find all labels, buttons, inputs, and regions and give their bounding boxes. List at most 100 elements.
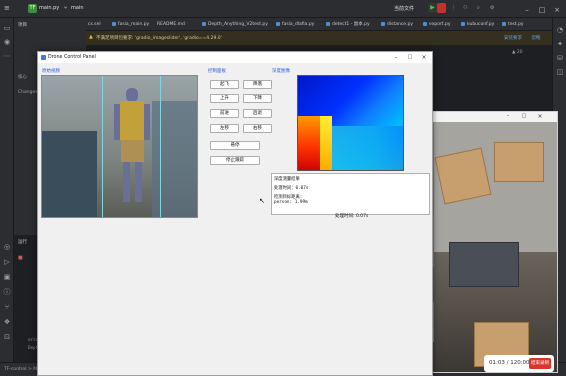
camera-minimize-icon[interactable]: – <box>502 113 514 121</box>
maximize-icon[interactable]: □ <box>535 4 549 16</box>
ide-window-controls: – □ × <box>518 2 566 16</box>
recording-timer: 01:03 / 120:00 结束录制 <box>484 355 554 372</box>
services-icon[interactable]: ⊡ <box>3 333 11 341</box>
more-icon[interactable]: ⋮ <box>451 5 456 11</box>
panel-item-changes[interactable]: Changes <box>18 90 38 95</box>
process-time-label: 处理时间: 0.07s <box>335 214 369 219</box>
person-arm <box>114 104 120 140</box>
python-file-icon <box>326 21 330 26</box>
blue-tint-region <box>152 101 197 217</box>
floor-depth-region <box>332 126 403 170</box>
tab-cs-sel[interactable]: cs.sel <box>88 19 101 30</box>
tab-kubuconf[interactable]: kubuconf.py <box>461 19 494 30</box>
stop-tracking-button[interactable]: 停止跟踪 <box>210 156 260 165</box>
ide-titlebar: ≡ TF main.py ⑂ main 当前文件 ▶ ⋮ ⚇ ⌕ ⚙ – □ × <box>0 0 566 18</box>
python-file-icon <box>461 21 465 26</box>
end-recording-button[interactable]: 结束录制 <box>529 358 551 369</box>
editor-tabs: cs.sel fasia_main.py README.md Depth_Any… <box>86 18 552 31</box>
person-head <box>126 88 138 102</box>
packages-icon[interactable]: ◎ <box>3 243 11 251</box>
person-shorts <box>121 140 144 162</box>
ai-assistant-icon[interactable]: ✦ <box>556 40 564 48</box>
drone-titlebar: Drone Control Panel – □ × <box>38 52 432 63</box>
search-icon[interactable]: ⌕ <box>477 5 480 11</box>
settings-icon[interactable]: ⚙ <box>490 5 494 11</box>
package-warning-bar: ▲ 不满足项目包要求: 'gradio_imageslider', 'gradi… <box>86 31 552 45</box>
sciview-icon[interactable]: ◫ <box>556 68 564 76</box>
tab-distance[interactable]: distance.py <box>381 19 413 30</box>
problems-icon[interactable]: ⓘ <box>3 288 11 296</box>
minimize-icon[interactable]: – <box>520 4 534 16</box>
terminal-icon[interactable]: ▣ <box>3 273 11 281</box>
warning-links: 安装要求 忽略 <box>504 35 540 41</box>
python-console-icon[interactable]: ❖ <box>3 318 11 326</box>
run-tool-icon[interactable]: ▷ <box>3 258 11 266</box>
python-file-icon <box>502 21 506 26</box>
person-leg <box>135 162 142 202</box>
python-file-icon <box>423 21 427 26</box>
cardboard-box <box>494 142 544 182</box>
python-file-icon <box>381 21 385 26</box>
results-detect-value: person: 1.99m <box>274 200 308 205</box>
hover-button[interactable]: 悬停 <box>210 141 260 150</box>
project-panel-title[interactable]: 项目 <box>18 22 27 28</box>
tab-test[interactable]: test.py <box>502 19 524 30</box>
commit-icon[interactable]: ◉ <box>3 38 11 46</box>
python-file-icon <box>202 21 206 26</box>
shelf <box>449 242 519 287</box>
drone-minimize-icon[interactable]: – <box>390 53 402 62</box>
tab-export[interactable]: export.py <box>423 19 451 30</box>
left-button[interactable]: 左移 <box>210 124 239 133</box>
run-config-select[interactable]: 当前文件 <box>394 5 414 12</box>
tab-readme[interactable]: README.md <box>157 19 185 30</box>
notifications-icon[interactable]: ◔ <box>556 26 564 34</box>
up-button[interactable]: 上升 <box>210 94 239 103</box>
person-shirt <box>119 101 145 141</box>
ignore-link[interactable]: 忽略 <box>531 36 540 41</box>
install-requirements-link[interactable]: 安装要求 <box>504 36 522 41</box>
down-button[interactable]: 下降 <box>243 94 272 103</box>
collab-icon[interactable]: ⚇ <box>463 5 467 11</box>
hamburger-menu-icon[interactable]: ≡ <box>4 4 12 12</box>
camera-maximize-icon[interactable]: □ <box>518 113 530 121</box>
line-indicator: ▲ 20 <box>512 50 523 55</box>
run-icon[interactable]: ▶ <box>428 3 437 13</box>
person-arm <box>144 104 150 140</box>
depth-results-box: 深度测量结果 处理时间：0.07s 检测目标距离: person: 1.99m <box>271 173 430 215</box>
tab-depth-anything[interactable]: Depth_Anything_V2test.py <box>202 19 268 30</box>
blue-tint-region <box>42 131 97 217</box>
warning-text: 不满足项目包要求: 'gradio_imageslider', 'gradio=… <box>96 36 222 41</box>
cardboard-box <box>434 147 492 205</box>
stop-run-icon[interactable]: ■ <box>18 255 23 261</box>
project-name[interactable]: main.py <box>39 5 59 11</box>
back-button[interactable]: 后退 <box>243 109 272 118</box>
folder-icon[interactable]: ▭ <box>3 24 11 32</box>
depth-group-title: 深度图像 <box>272 69 290 74</box>
right-button[interactable]: 右移 <box>243 124 272 133</box>
database-icon[interactable]: ⛁ <box>556 54 564 62</box>
git-icon[interactable]: ⑂ <box>3 303 11 311</box>
depth-map <box>297 75 404 171</box>
python-file-icon <box>276 21 280 26</box>
close-icon[interactable]: × <box>550 4 564 16</box>
tab-fasia-main[interactable]: fasia_main.py <box>112 19 149 30</box>
guide-line <box>160 76 161 217</box>
project-badge[interactable]: TF <box>28 4 37 13</box>
drone-close-icon[interactable]: × <box>418 53 430 62</box>
land-button[interactable]: 降落 <box>243 80 272 89</box>
branch-name[interactable]: main <box>71 5 84 11</box>
left-toolbar: ▭ ◉ ⋯ ◎ ▷ ▣ ⓘ ⑂ ❖ ⊡ <box>0 18 14 376</box>
tab-fasia-dlafia[interactable]: fasia_dlafia.py <box>276 19 314 30</box>
timer-text: 01:03 / 120:00 <box>489 360 530 366</box>
run-panel-title[interactable]: 运行 <box>18 239 27 245</box>
person-leg <box>123 162 130 202</box>
forward-button[interactable]: 前进 <box>210 109 239 118</box>
panel-item-core[interactable]: 核心 <box>18 74 27 80</box>
tab-detect1[interactable]: detect1 - 副本.py <box>326 19 370 30</box>
stop-icon[interactable] <box>437 3 446 13</box>
structure-icon[interactable]: ⋯ <box>3 52 11 60</box>
camera-close-icon[interactable]: × <box>534 113 546 121</box>
app-icon <box>41 55 46 60</box>
takeoff-button[interactable]: 起飞 <box>210 80 239 89</box>
drone-maximize-icon[interactable]: □ <box>404 53 416 62</box>
